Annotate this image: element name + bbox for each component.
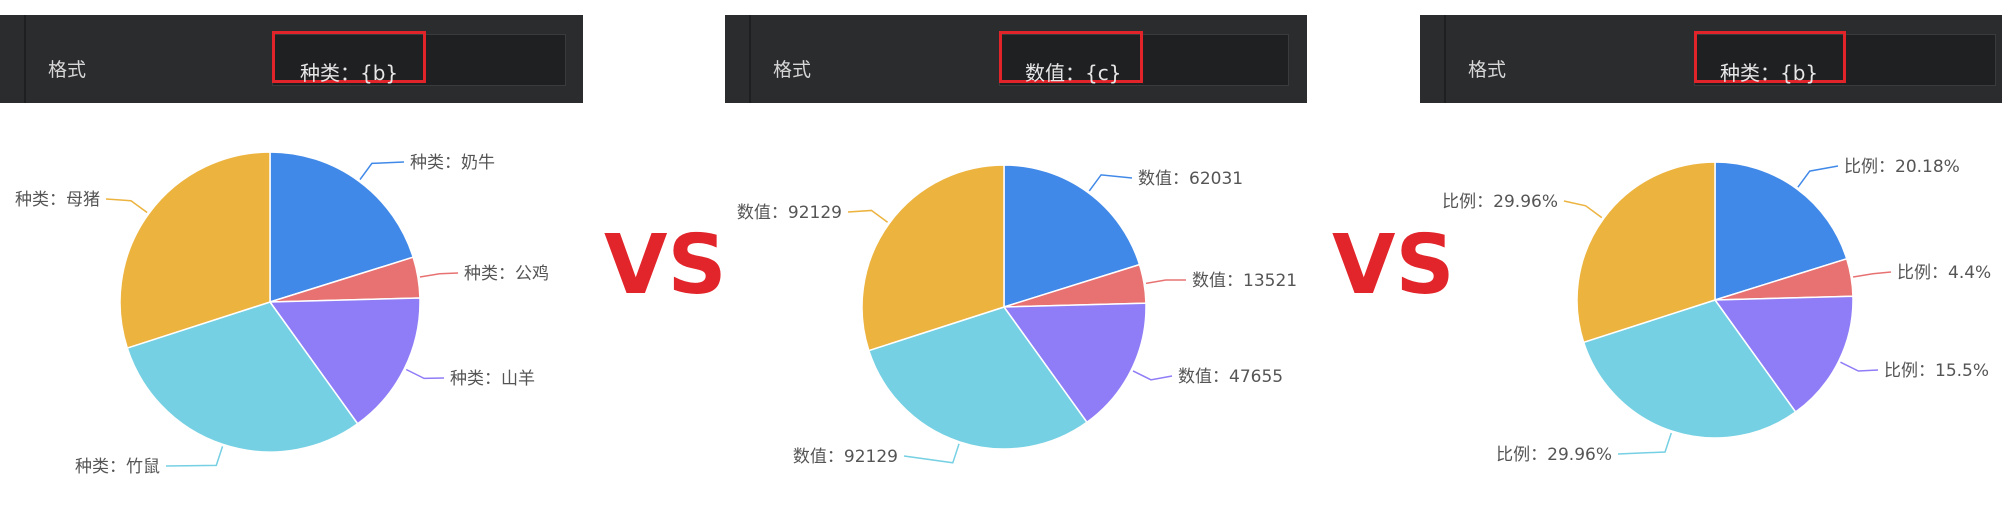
pie-label-2-5: 数值：92129	[737, 203, 842, 223]
pie-label-3-4: 比例：29.96%	[1496, 445, 1612, 465]
pie-label-3-1: 比例：20.18%	[1844, 157, 1960, 177]
pie-leader-line-1-3	[405, 368, 445, 380]
pie-leader-line-3-4	[1617, 432, 1672, 455]
pie-label-1-1: 种类：奶牛	[410, 153, 495, 173]
pie-label-2-4: 数值：92129	[793, 447, 898, 467]
pie-label-3-5: 比例：29.96%	[1442, 192, 1558, 212]
pie-leader-line-2-3	[1132, 370, 1173, 381]
pie-label-2-3: 数值：47655	[1178, 367, 1283, 387]
pie-leader-line-1-1	[359, 161, 405, 180]
pie-leader-line-3-3	[1840, 361, 1879, 372]
pie-label-1-3: 种类：山羊	[450, 369, 535, 389]
pie-leader-line-3-1	[1797, 165, 1839, 188]
pie-leader-line-2-4	[903, 443, 960, 464]
pie-label-1-4: 种类：竹鼠	[75, 457, 160, 477]
pie-label-2-1: 数值：62031	[1138, 169, 1243, 189]
pie-leader-line-3-2	[1852, 271, 1892, 278]
pie-label-2-2: 数值：13521	[1192, 271, 1297, 291]
pie-leader-line-2-2	[1145, 279, 1187, 285]
pie-leader-line-2-1	[1088, 174, 1133, 192]
pie-charts: 种类：奶牛种类：公鸡种类：山羊种类：竹鼠 种类：母猪 数值：62031 数值：1352…	[15, 151, 1991, 477]
pie-leader-line-1-5	[105, 198, 148, 214]
pie-label-1-5: 种类：母猪	[15, 190, 100, 210]
pie-leader-line-3-5	[1563, 200, 1603, 219]
pie-leader-line-1-2	[419, 272, 459, 278]
pie-label-3-2: 比例：4.4%	[1897, 263, 1991, 283]
pie-leader-line-1-4	[165, 446, 224, 467]
pie-label-1-2: 种类：公鸡	[464, 264, 549, 284]
pie-label-3-3: 比例：15.5%	[1884, 361, 1989, 381]
pie-leader-line-2-5	[847, 209, 889, 223]
